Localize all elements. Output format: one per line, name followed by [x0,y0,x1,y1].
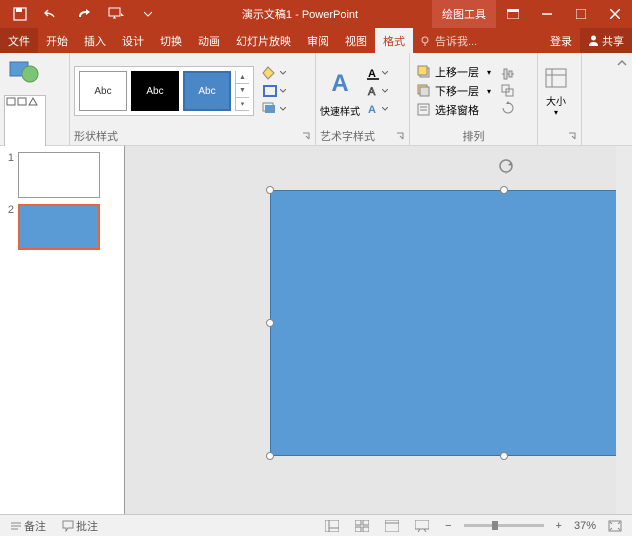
style-preset-2[interactable]: Abc [131,71,179,111]
text-effects-button[interactable]: A [364,101,390,117]
tab-slideshow[interactable]: 幻灯片放映 [228,28,299,53]
login-button[interactable]: 登录 [542,28,580,53]
slide-canvas[interactable] [125,146,632,514]
group-size-label [542,127,577,145]
bulb-icon [419,35,431,47]
reading-view-icon[interactable] [381,517,403,535]
collapse-ribbon-icon[interactable] [616,57,628,69]
start-from-beginning-icon[interactable] [100,0,132,28]
shapes-mini-gallery[interactable] [4,95,46,147]
group-button[interactable] [498,83,518,99]
text-fill-button[interactable]: A [364,65,390,81]
shape-effects-button[interactable] [260,101,288,117]
fit-to-window-icon[interactable] [604,517,626,535]
notes-button[interactable]: 备注 [6,518,50,534]
zoom-out-button[interactable]: − [441,520,455,532]
group-shape-styles-label: 形状样式 [74,127,311,145]
resize-handle-s[interactable] [500,452,508,460]
vertical-scrollbar[interactable] [616,146,632,514]
redo-icon[interactable] [68,0,100,28]
minimize-icon[interactable] [530,0,564,28]
save-icon[interactable] [4,0,36,28]
slideshow-view-icon[interactable] [411,517,433,535]
thumb-number: 1 [4,152,14,198]
rotate-handle-icon[interactable] [497,158,513,174]
tell-me-input[interactable]: 告诉我... [413,28,483,53]
tab-view[interactable]: 视图 [337,28,375,53]
wordart-quick-styles-button[interactable]: A [324,65,356,103]
dialog-launcher-icon[interactable] [567,131,577,141]
slide-thumbnail-1[interactable] [18,152,100,198]
dialog-launcher-icon[interactable] [395,131,405,141]
gallery-up-icon[interactable]: ▲ [236,71,249,84]
document-title: 演示文稿1 - PowerPoint [242,6,358,22]
thumb-number: 2 [4,204,14,250]
group-wordart-label: 艺术字样式 [320,127,405,145]
shapes-gallery-button[interactable] [8,55,42,93]
slide-sorter-view-icon[interactable] [351,517,373,535]
resize-handle-n[interactable] [500,186,508,194]
zoom-percent[interactable]: 37% [574,520,596,532]
resize-handle-nw[interactable] [266,186,274,194]
gallery-more-icon[interactable]: ▾ [236,98,249,111]
bring-forward-button[interactable]: 上移一层▾ [414,63,494,81]
tab-insert[interactable]: 插入 [76,28,114,53]
tab-design[interactable]: 设计 [114,28,152,53]
resize-handle-sw[interactable] [266,452,274,460]
tab-transitions[interactable]: 切换 [152,28,190,53]
zoom-slider[interactable] [464,524,544,527]
size-button-icon[interactable] [542,65,570,93]
selection-pane-button[interactable]: 选择窗格 [414,101,494,119]
svg-text:A: A [368,86,376,98]
maximize-icon[interactable] [564,0,598,28]
align-button[interactable] [498,66,518,82]
tab-file[interactable]: 文件 [0,28,38,53]
text-outline-button[interactable]: A [364,83,390,99]
close-icon[interactable] [598,0,632,28]
style-preset-1[interactable]: Abc [79,71,127,111]
svg-text:A: A [368,104,376,116]
group-arrange-label: 排列 [414,127,533,145]
tab-format[interactable]: 格式 [375,28,413,53]
quick-styles-label: 快速样式 [320,103,360,118]
ribbon-display-options-icon[interactable] [496,0,530,28]
person-icon [588,35,599,46]
tab-review[interactable]: 审阅 [299,28,337,53]
slide-thumbnails-panel: 1 2 [0,146,125,514]
zoom-slider-thumb[interactable] [492,521,498,530]
resize-handle-w[interactable] [266,319,274,327]
qat-more-icon[interactable] [132,0,164,28]
zoom-in-button[interactable]: + [552,520,566,532]
tab-home[interactable]: 开始 [38,28,76,53]
tab-animations[interactable]: 动画 [190,28,228,53]
gallery-down-icon[interactable]: ▼ [236,84,249,97]
share-button[interactable]: 共享 [580,28,632,53]
context-tab-drawing-tools: 绘图工具 [432,0,496,28]
comments-button[interactable]: 批注 [58,518,102,534]
shape-style-gallery[interactable]: Abc Abc Abc ▲ ▼ ▾ [74,66,254,116]
dialog-launcher-icon[interactable] [301,131,311,141]
shape-fill-button[interactable] [260,65,288,81]
send-backward-button[interactable]: 下移一层▾ [414,82,494,100]
slide-thumbnail-2[interactable] [18,204,100,250]
normal-view-icon[interactable] [321,517,343,535]
undo-icon[interactable] [36,0,68,28]
shape-outline-button[interactable] [260,83,288,99]
rotate-button[interactable] [498,100,518,116]
size-label: 大小 [546,93,566,108]
selected-rectangle-shape[interactable] [270,190,632,456]
style-preset-3[interactable]: Abc [183,71,231,111]
